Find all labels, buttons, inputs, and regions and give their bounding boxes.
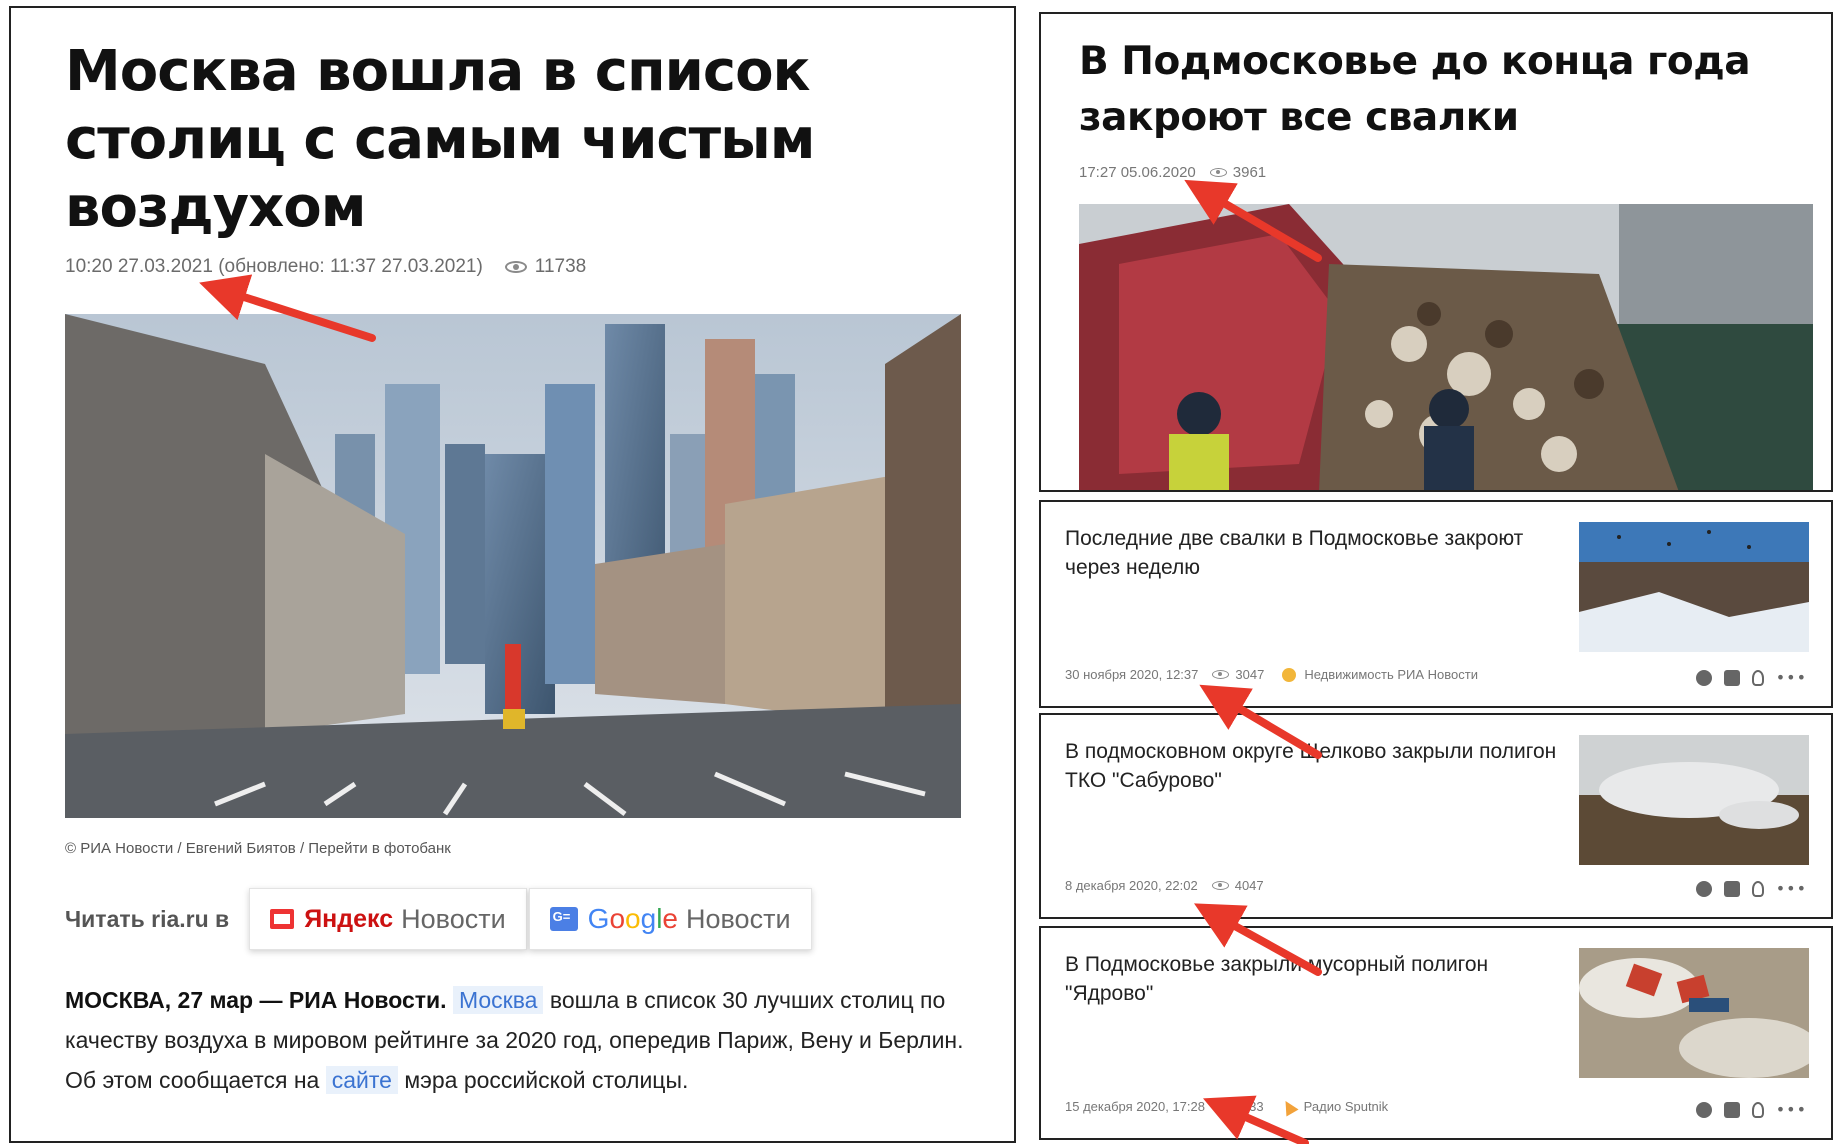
read-in-row: Читать ria.ru в Яндекс Новости Google Но… bbox=[65, 888, 812, 950]
card-source[interactable]: Недвижимость РИА Новости bbox=[1304, 667, 1478, 682]
card-date: 15 декабря 2020, 17:28 bbox=[1065, 1099, 1205, 1114]
article-meta: 10:20 27.03.2021 (обновлено: 11:37 27.03… bbox=[65, 256, 586, 278]
card-views: 233 bbox=[1241, 1099, 1264, 1114]
landfill-views: 3961 bbox=[1232, 164, 1267, 181]
card-thumbnail[interactable] bbox=[1579, 735, 1809, 865]
news-card[interactable]: В Подмосковье закрыли мусорный полигон "… bbox=[1039, 926, 1833, 1140]
card-source[interactable]: Радио Sputnik bbox=[1304, 1099, 1389, 1114]
google-news-button[interactable]: Google Новости bbox=[528, 888, 812, 950]
link-mayor-site[interactable]: сайте bbox=[325, 1066, 398, 1094]
card-date: 30 ноября 2020, 12:37 bbox=[1065, 667, 1199, 682]
article-title: Москва вошла в список столиц с самым чис… bbox=[65, 39, 816, 240]
facebook-icon[interactable] bbox=[1695, 881, 1712, 897]
eye-icon bbox=[504, 261, 527, 273]
link-moscow[interactable]: Москва bbox=[452, 986, 544, 1014]
article-photo[interactable] bbox=[65, 314, 961, 818]
eye-icon bbox=[1218, 1102, 1236, 1111]
eye-icon bbox=[1211, 881, 1229, 890]
read-in-label: Читать ria.ru в bbox=[65, 905, 230, 932]
odnoklassniki-icon[interactable] bbox=[1751, 670, 1764, 686]
photo-caption[interactable]: © РИА Новости / Евгений Биятов / Перейти… bbox=[65, 840, 451, 857]
google-news-icon bbox=[549, 907, 578, 931]
more-icon[interactable]: ••• bbox=[1776, 670, 1807, 686]
card-date: 8 декабря 2020, 22:02 bbox=[1065, 878, 1198, 893]
google-news-word: Новости bbox=[686, 903, 791, 934]
card-views: 4047 bbox=[1234, 878, 1264, 893]
odnoklassniki-icon[interactable] bbox=[1751, 1102, 1764, 1118]
google-brand: Google bbox=[587, 903, 678, 934]
yandex-news-icon bbox=[270, 909, 295, 929]
card-meta: 15 декабря 2020, 17:28 233 Радио Sputnik bbox=[1065, 1096, 1389, 1117]
eye-icon bbox=[1212, 670, 1230, 679]
sputnik-icon bbox=[1279, 1096, 1299, 1117]
card-thumbnail[interactable] bbox=[1579, 522, 1809, 652]
facebook-icon[interactable] bbox=[1695, 670, 1712, 686]
more-icon[interactable]: ••• bbox=[1776, 1102, 1807, 1118]
eye-icon bbox=[1209, 168, 1227, 177]
more-icon[interactable]: ••• bbox=[1776, 881, 1807, 897]
share-bar: ••• bbox=[1695, 1102, 1807, 1118]
vk-icon[interactable] bbox=[1723, 1102, 1740, 1118]
facebook-icon[interactable] bbox=[1695, 1102, 1712, 1118]
lead-text-2: мэра российской столицы. bbox=[397, 1067, 689, 1093]
yandex-brand: Яндекс bbox=[304, 904, 394, 933]
article-lead: МОСКВА, 27 мар — РИА Новости. Москва вош… bbox=[65, 980, 965, 1100]
yandex-news-word: Новости bbox=[401, 903, 506, 934]
vk-icon[interactable] bbox=[1723, 670, 1740, 686]
vk-icon[interactable] bbox=[1723, 881, 1740, 897]
article-views: 11738 bbox=[534, 256, 587, 277]
landfill-published: 17:27 05.06.2020 bbox=[1079, 164, 1196, 181]
card-meta: 30 ноября 2020, 12:37 3047 Недвижимость … bbox=[1065, 667, 1478, 682]
card-title[interactable]: В Подмосковье закрыли мусорный полигон "… bbox=[1065, 950, 1565, 1008]
share-bar: ••• bbox=[1695, 670, 1807, 686]
article-published: 10:20 27.03.2021 (обновлено: 11:37 27.03… bbox=[65, 256, 483, 277]
news-card[interactable]: В подмосковном округе Щелково закрыли по… bbox=[1039, 713, 1833, 919]
card-views: 3047 bbox=[1235, 667, 1265, 682]
news-card[interactable]: Последние две свалки в Подмосковье закро… bbox=[1039, 500, 1833, 708]
landfill-title[interactable]: В Подмосковье до конца года закроют все … bbox=[1079, 34, 1819, 146]
landfill-photo[interactable] bbox=[1079, 204, 1813, 490]
yandex-news-button[interactable]: Яндекс Новости bbox=[249, 888, 527, 950]
card-title[interactable]: В подмосковном округе Щелково закрыли по… bbox=[1065, 737, 1565, 795]
odnoklassniki-icon[interactable] bbox=[1751, 881, 1764, 897]
lead-dateline: МОСКВА, 27 мар — РИА Новости. bbox=[65, 987, 447, 1013]
share-bar: ••• bbox=[1695, 881, 1807, 897]
card-title[interactable]: Последние две свалки в Подмосковье закро… bbox=[1065, 524, 1565, 582]
card-thumbnail[interactable] bbox=[1579, 948, 1809, 1078]
landfill-article: В Подмосковье до конца года закроют все … bbox=[1039, 12, 1833, 492]
landfill-meta: 17:27 05.06.2020 3961 bbox=[1079, 164, 1266, 181]
ria-realty-icon bbox=[1282, 667, 1297, 682]
card-meta: 8 декабря 2020, 22:02 4047 bbox=[1065, 878, 1264, 893]
main-article: Москва вошла в список столиц с самым чис… bbox=[9, 6, 1016, 1143]
